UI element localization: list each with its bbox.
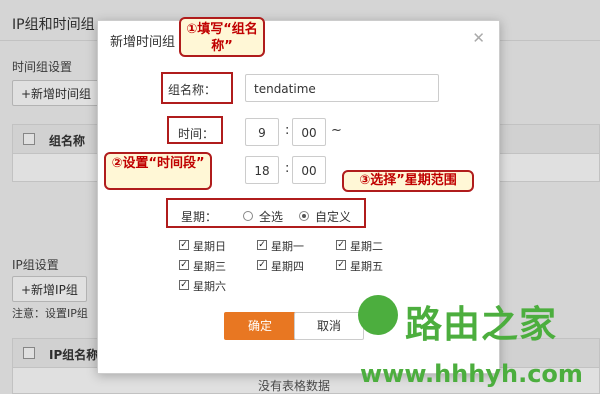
highlight-time-label bbox=[167, 116, 223, 144]
cancel-button[interactable]: 取消 bbox=[294, 312, 364, 340]
callout-group-name: ①填写“组名称” bbox=[179, 17, 265, 57]
highlight-week-row bbox=[166, 198, 366, 228]
day-label-friday: 星期五 bbox=[350, 260, 383, 273]
watermark-brand: 路由之家 bbox=[405, 303, 557, 346]
end-minute-input[interactable]: 00 bbox=[292, 156, 326, 184]
day-checkbox-wednesday[interactable]: ✓ bbox=[179, 260, 189, 270]
highlight-group-name-label bbox=[161, 72, 233, 104]
day-checkbox-thursday[interactable]: ✓ bbox=[257, 260, 267, 270]
brand-logo-icon bbox=[358, 295, 398, 335]
close-icon[interactable]: ✕ bbox=[472, 29, 485, 47]
day-checkbox-monday[interactable]: ✓ bbox=[257, 240, 267, 250]
day-label-sunday: 星期日 bbox=[193, 240, 226, 253]
watermark-url: www.hhhyh.com bbox=[360, 360, 583, 388]
day-label-monday: 星期一 bbox=[271, 240, 304, 253]
callout-week-range: ③选择”星期范围 bbox=[342, 170, 474, 192]
end-hour-input[interactable]: 18 bbox=[245, 156, 279, 184]
day-label-thursday: 星期四 bbox=[271, 260, 304, 273]
confirm-button[interactable]: 确定 bbox=[224, 312, 296, 340]
day-label-wednesday: 星期三 bbox=[193, 260, 226, 273]
dialog-title: 新增时间组 bbox=[110, 35, 176, 50]
day-checkbox-friday[interactable]: ✓ bbox=[336, 260, 346, 270]
callout-time-range: ②设置“时间段” bbox=[104, 152, 212, 190]
range-separator: ~ bbox=[331, 123, 342, 138]
day-label-tuesday: 星期二 bbox=[350, 240, 383, 253]
day-checkbox-sunday[interactable]: ✓ bbox=[179, 240, 189, 250]
day-checkbox-saturday[interactable]: ✓ bbox=[179, 280, 189, 290]
group-name-input[interactable]: tendatime bbox=[245, 74, 439, 102]
day-checkbox-tuesday[interactable]: ✓ bbox=[336, 240, 346, 250]
start-minute-input[interactable]: 00 bbox=[292, 118, 326, 146]
day-label-saturday: 星期六 bbox=[193, 280, 226, 293]
start-hour-input[interactable]: 9 bbox=[245, 118, 279, 146]
time-separator: : bbox=[285, 123, 290, 138]
time-separator: : bbox=[285, 161, 290, 176]
